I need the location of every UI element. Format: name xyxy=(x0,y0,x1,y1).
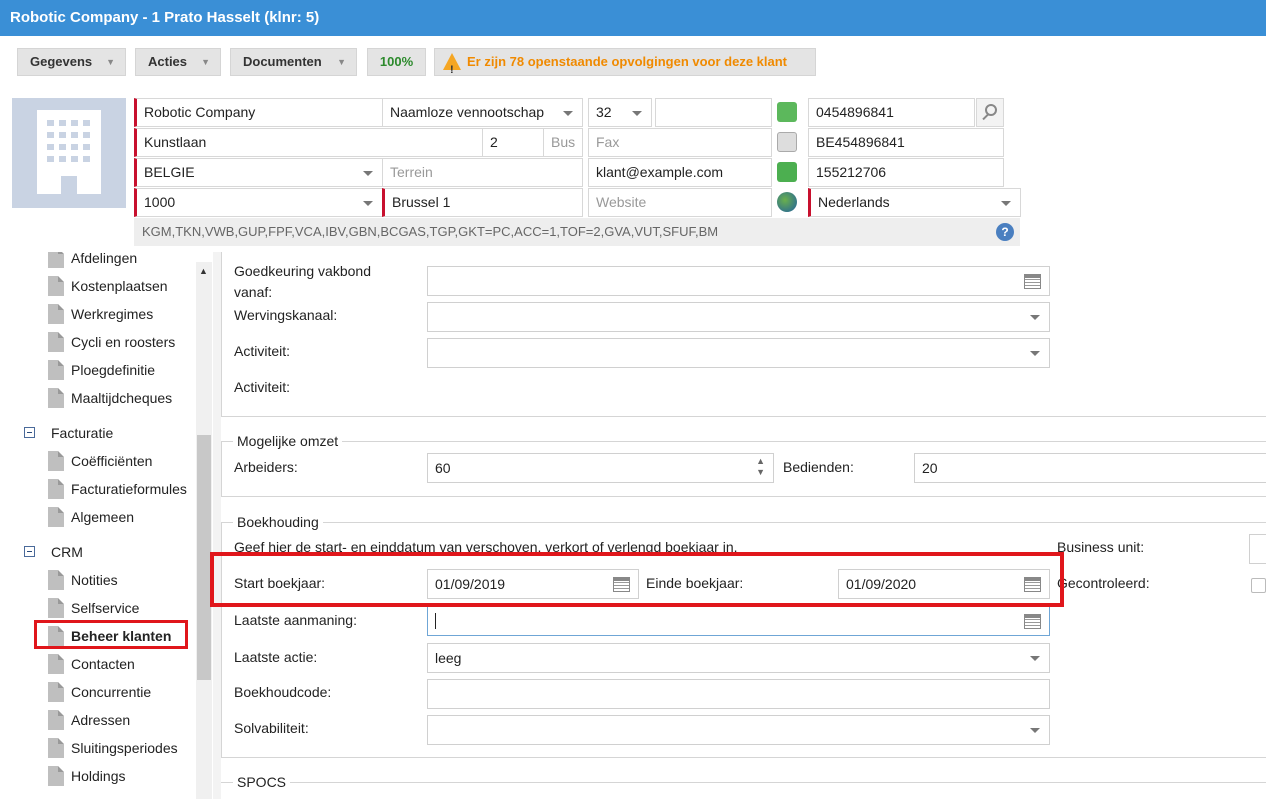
vat-field[interactable]: BE454896841 xyxy=(808,128,1004,157)
sidebar: Afdelingen Kostenplaatsen Werkregimes Cy… xyxy=(0,252,212,799)
globe-icon[interactable] xyxy=(777,192,797,212)
document-icon xyxy=(48,710,64,730)
caret-down-icon: ▼ xyxy=(106,57,115,67)
legal-form-select[interactable]: Naamloze vennootschap xyxy=(382,98,583,127)
gecontroleerd-checkbox[interactable] xyxy=(1251,578,1266,593)
document-icon xyxy=(48,332,64,352)
document-icon xyxy=(48,738,64,758)
country-select[interactable]: BELGIE xyxy=(134,158,383,187)
zoom-button[interactable]: 100% xyxy=(367,48,426,76)
bedienden-label: Bedienden: xyxy=(783,459,854,475)
postcode-select[interactable]: 1000 xyxy=(134,188,383,217)
activiteit-select[interactable] xyxy=(427,338,1050,368)
tags-text: KGM,TKN,VWB,GUP,FPF,VCA,IBV,GBN,BCGAS,TG… xyxy=(142,224,719,239)
calendar-icon[interactable] xyxy=(1024,274,1041,289)
document-icon xyxy=(48,507,64,527)
business-unit-input[interactable] xyxy=(1249,534,1266,564)
solvabiliteit-select[interactable] xyxy=(427,715,1050,745)
document-icon xyxy=(48,766,64,786)
caret-down-icon: ▼ xyxy=(337,57,346,67)
goedkeuring-label-1: Goedkeuring vakbond xyxy=(234,263,371,279)
document-icon xyxy=(48,276,64,296)
laatste-aanmaning-input[interactable] xyxy=(427,606,1050,636)
panel-divider[interactable] xyxy=(213,252,221,799)
document-icon xyxy=(48,479,64,499)
collapse-icon[interactable] xyxy=(24,546,35,557)
laatste-aanmaning-label: Laatste aanmaning: xyxy=(234,612,357,628)
help-icon[interactable]: ? xyxy=(996,223,1014,241)
fax-field[interactable]: Fax xyxy=(588,128,772,157)
sidebar-highlight-box xyxy=(34,620,188,649)
business-unit-label: Business unit: xyxy=(1057,539,1145,555)
phone-field[interactable]: 0454896841 xyxy=(808,98,975,127)
acties-menu-button[interactable]: Acties ▼ xyxy=(135,48,221,76)
bedienden-input[interactable]: 20 xyxy=(914,453,1266,483)
document-icon xyxy=(48,451,64,471)
bus-field[interactable]: Bus xyxy=(543,128,583,157)
document-icon xyxy=(48,682,64,702)
house-number-field[interactable]: 2 xyxy=(482,128,544,157)
sidebar-scroll-thumb[interactable] xyxy=(197,435,211,680)
boekjaar-highlight-box xyxy=(210,552,1064,607)
wervingskanaal-select[interactable] xyxy=(427,302,1050,332)
email-field[interactable]: klant@example.com xyxy=(588,158,772,187)
text-cursor xyxy=(435,613,436,629)
collapse-icon[interactable] xyxy=(24,427,35,438)
laatste-actie-select[interactable]: leeg xyxy=(427,643,1050,673)
gecontroleerd-label: Gecontroleerd: xyxy=(1057,575,1150,591)
document-icon xyxy=(48,304,64,324)
scroll-up-icon[interactable]: ▲ xyxy=(199,266,208,276)
caret-down-icon: ▼ xyxy=(201,57,210,67)
legal-code-select[interactable]: 32 xyxy=(588,98,652,127)
toolbar: Gegevens ▼ Acties ▼ Documenten ▼ 100% ! Er z… xyxy=(0,36,1266,94)
website-field[interactable]: Website xyxy=(588,188,772,217)
extra-field[interactable] xyxy=(655,98,772,127)
warning-icon: ! xyxy=(443,53,461,76)
calendar-icon[interactable] xyxy=(1024,614,1041,629)
id-number-field[interactable]: 155212706 xyxy=(808,158,1004,187)
laatste-actie-label: Laatste actie: xyxy=(234,649,318,665)
phone-icon[interactable] xyxy=(777,102,797,122)
fax-icon xyxy=(777,132,797,152)
solvabiliteit-label: Solvabiliteit: xyxy=(234,720,309,736)
city-field[interactable]: Brussel 1 xyxy=(382,188,583,217)
document-icon xyxy=(48,570,64,590)
activiteit2-label: Activiteit: xyxy=(234,379,291,395)
company-avatar xyxy=(12,98,126,208)
document-icon xyxy=(48,598,64,618)
company-name-field[interactable]: Robotic Company xyxy=(134,98,383,127)
search-icon[interactable] xyxy=(976,98,1004,127)
email-icon[interactable] xyxy=(777,162,797,182)
spocs-legend: SPOCS xyxy=(233,774,291,790)
document-icon xyxy=(48,252,64,268)
document-icon xyxy=(48,654,64,674)
omzet-legend: Mogelijke omzet xyxy=(233,433,343,449)
terrain-field[interactable]: Terrein xyxy=(382,158,583,187)
spocs-border xyxy=(221,782,1266,783)
spinner-icon[interactable]: ▲ ▼ xyxy=(756,456,765,478)
document-icon xyxy=(48,388,64,408)
window-title: Robotic Company - 1 Prato Hasselt (klnr:… xyxy=(0,0,1266,36)
section-border xyxy=(221,416,1266,417)
goedkeuring-label-2: vanaf: xyxy=(234,284,273,300)
building-icon xyxy=(37,110,101,194)
documenten-menu-button[interactable]: Documenten ▼ xyxy=(230,48,357,76)
section-border xyxy=(221,252,222,417)
wervingskanaal-label: Wervingskanaal: xyxy=(234,307,338,323)
street-field[interactable]: Kunstlaan xyxy=(134,128,483,157)
gegevens-menu-button[interactable]: Gegevens ▼ xyxy=(17,48,126,76)
boekhouding-legend: Boekhouding xyxy=(233,514,323,530)
arbeiders-input[interactable]: 60 ▲ ▼ xyxy=(427,453,774,483)
tags-bar: KGM,TKN,VWB,GUP,FPF,VCA,IBV,GBN,BCGAS,TG… xyxy=(134,218,1020,246)
activiteit-label: Activiteit: xyxy=(234,343,291,359)
boekhoudcode-label: Boekhoudcode: xyxy=(234,684,332,700)
goedkeuring-date-input[interactable] xyxy=(427,266,1050,296)
followup-warning-button[interactable]: ! Er zijn 78 openstaande opvolgingen voor… xyxy=(434,48,816,76)
language-select[interactable]: Nederlands xyxy=(808,188,1021,217)
arbeiders-label: Arbeiders: xyxy=(234,459,298,475)
boekhoudcode-input[interactable] xyxy=(427,679,1050,709)
document-icon xyxy=(48,360,64,380)
